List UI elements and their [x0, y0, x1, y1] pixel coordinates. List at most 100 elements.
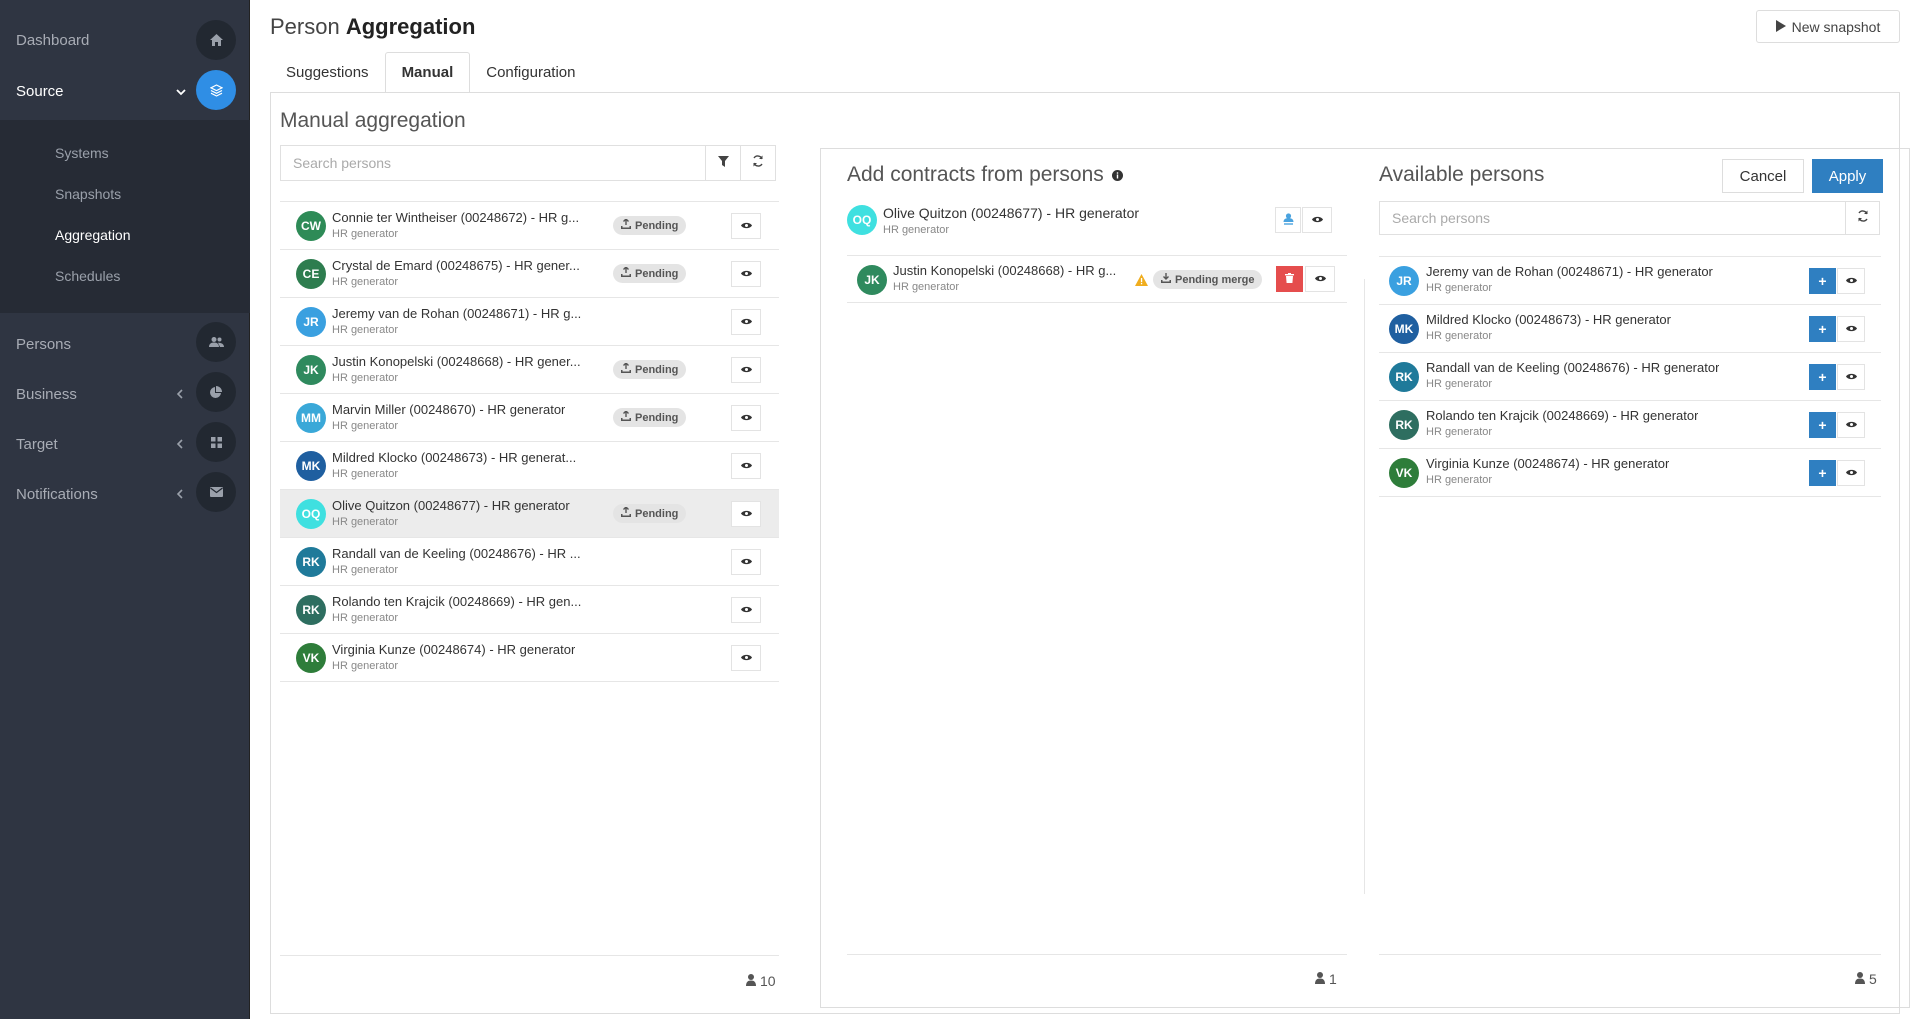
view-person-button[interactable]: [731, 309, 761, 335]
grid-icon: [196, 422, 236, 462]
list-item: RK Randall van de Keeling (00248676) - HR…: [1379, 353, 1881, 401]
user-icon: [746, 973, 756, 989]
tab-configuration[interactable]: Configuration: [470, 52, 591, 93]
nav-business[interactable]: Business: [0, 372, 250, 422]
view-person-button[interactable]: [731, 213, 761, 239]
remove-merge-button[interactable]: [1276, 266, 1303, 292]
upload-icon: [621, 218, 631, 232]
refresh-button[interactable]: [740, 145, 776, 181]
list-item[interactable]: RK Randall van de Keeling (00248676) - HR…: [280, 538, 779, 586]
manual-count: 10: [746, 973, 776, 989]
add-person-button[interactable]: +: [1809, 460, 1836, 486]
refresh-icon: [752, 154, 764, 172]
add-person-button[interactable]: +: [1809, 364, 1836, 390]
view-person-button[interactable]: [1837, 268, 1865, 294]
list-item[interactable]: OQ Olive Quitzon (00248677) - HR generato…: [280, 490, 779, 538]
sub-aggregation[interactable]: Aggregation: [0, 214, 250, 255]
eye-icon: [1845, 323, 1857, 335]
nav-target-label: Target: [16, 436, 58, 453]
tab-manual[interactable]: Manual: [384, 52, 471, 93]
nav-dashboard-label: Dashboard: [16, 32, 90, 49]
list-item[interactable]: CW Connie ter Wintheiser (00248672) - HR …: [280, 202, 779, 250]
view-person-button[interactable]: [731, 597, 761, 623]
view-person-button[interactable]: [731, 501, 761, 527]
chevron-left-icon: [176, 487, 183, 502]
list-item[interactable]: JK Justin Konopelski (00248668) - HR gene…: [280, 346, 779, 394]
view-person-button[interactable]: [1837, 412, 1865, 438]
person-source: HR generator: [1426, 426, 1493, 438]
sub-schedules[interactable]: Schedules: [0, 255, 250, 296]
person-source: HR generator: [332, 276, 399, 288]
page-title-light: Person: [270, 14, 340, 39]
apply-button[interactable]: Apply: [1812, 159, 1883, 193]
view-person-button[interactable]: [731, 645, 761, 671]
home-icon: [196, 20, 236, 60]
refresh-icon: [1857, 209, 1869, 227]
list-item[interactable]: MM Marvin Miller (00248670) - HR generato…: [280, 394, 779, 442]
view-person-button[interactable]: [731, 405, 761, 431]
nav-business-label: Business: [16, 386, 77, 403]
list-item[interactable]: CE Crystal de Emard (00248675) - HR gener…: [280, 250, 779, 298]
new-snapshot-button[interactable]: New snapshot: [1756, 10, 1900, 43]
contracts-count: 1: [1315, 971, 1337, 987]
avatar: JK: [296, 355, 326, 385]
list-item[interactable]: MK Mildred Klocko (00248673) - HR generat…: [280, 442, 779, 490]
nav-dashboard[interactable]: Dashboard: [0, 0, 250, 80]
eye-icon: [1845, 275, 1857, 287]
cancel-button[interactable]: Cancel: [1722, 159, 1804, 193]
search-persons-input[interactable]: Search persons: [280, 145, 706, 181]
view-person-button[interactable]: [731, 261, 761, 287]
person-name: Crystal de Emard (00248675) - HR gener..…: [332, 258, 580, 273]
avatar: JR: [296, 307, 326, 337]
chevron-down-icon: [176, 84, 186, 99]
add-person-button[interactable]: +: [1809, 412, 1836, 438]
add-person-button[interactable]: +: [1809, 268, 1836, 294]
person-download-button[interactable]: [1275, 207, 1301, 233]
view-person-button[interactable]: [731, 357, 761, 383]
info-icon[interactable]: [1111, 163, 1123, 187]
sub-systems[interactable]: Systems: [0, 132, 250, 173]
view-person-button[interactable]: [731, 549, 761, 575]
pending-label: Pending: [635, 507, 679, 520]
list-item[interactable]: JR Jeremy van de Rohan (00248671) - HR g.…: [280, 298, 779, 346]
list-item[interactable]: RK Rolando ten Krajcik (00248669) - HR ge…: [280, 586, 779, 634]
avatar: JK: [857, 265, 887, 295]
merge-person-view-button[interactable]: [1305, 266, 1335, 292]
view-person-button[interactable]: [731, 453, 761, 479]
person-name: Olive Quitzon (00248677) - HR generator: [332, 498, 570, 513]
envelope-icon: [196, 472, 236, 512]
eye-icon: [740, 652, 752, 664]
pending-badge: Pending: [613, 264, 687, 283]
person-source: HR generator: [332, 420, 399, 432]
warning-icon: [1135, 273, 1148, 291]
list-item[interactable]: VK Virginia Kunze (00248674) - HR generat…: [280, 634, 779, 682]
nav-notifications[interactable]: Notifications: [0, 472, 250, 522]
nav-persons[interactable]: Persons: [0, 322, 250, 372]
view-person-button[interactable]: [1837, 460, 1865, 486]
person-name: Randall van de Keeling (00248676) - HR g…: [1426, 360, 1720, 375]
add-person-button[interactable]: +: [1809, 316, 1836, 342]
available-search-input[interactable]: Search persons: [1379, 201, 1846, 235]
pending-label: Pending: [635, 267, 679, 280]
pending-label: Pending: [635, 219, 679, 232]
nav-target[interactable]: Target: [0, 422, 250, 472]
view-person-button[interactable]: [1837, 364, 1865, 390]
person-name: Virginia Kunze (00248674) - HR generator: [332, 642, 576, 657]
eye-icon: [1845, 371, 1857, 383]
avatar: CW: [296, 211, 326, 241]
list-item: RK Rolando ten Krajcik (00248669) - HR ge…: [1379, 401, 1881, 449]
eye-icon: [740, 460, 752, 472]
filter-button[interactable]: [705, 145, 741, 181]
main-person-view-button[interactable]: [1302, 207, 1332, 233]
view-person-button[interactable]: [1837, 316, 1865, 342]
person-name: Virginia Kunze (00248674) - HR generator: [1426, 456, 1670, 471]
available-refresh-button[interactable]: [1845, 201, 1880, 235]
sidebar: Dashboard Source Systems Snapshots Aggre…: [0, 0, 250, 1019]
sub-snapshots[interactable]: Snapshots: [0, 173, 250, 214]
nav-source[interactable]: Source: [0, 70, 250, 120]
tab-suggestions[interactable]: Suggestions: [270, 52, 385, 93]
main-content: Person Aggregation New snapshot Suggesti…: [250, 0, 1920, 1019]
manual-aggregation-title: Manual aggregation: [280, 109, 466, 132]
available-count: 5: [1855, 971, 1877, 987]
chevron-left-icon: [176, 437, 183, 452]
